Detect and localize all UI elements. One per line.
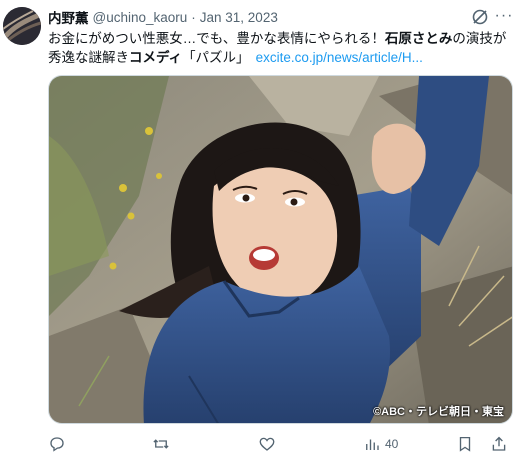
tweet-header: 内野薫 @uchino_kaoru · Jan 31, 2023 — [48, 7, 278, 27]
avatar-image — [3, 7, 41, 45]
tweet-text: お金にがめつい性悪女…でも、豊かな表情にやられる！石原さとみの演技が 秀逸な謎解… — [48, 29, 510, 67]
text-bold-segment: コメディ — [129, 50, 183, 65]
display-name[interactable]: 内野薫 — [48, 7, 89, 27]
views-icon — [366, 439, 379, 450]
heart-icon — [259, 437, 275, 451]
bookmark-icon — [459, 436, 471, 452]
text-segment: の演技が — [452, 31, 507, 46]
views-count: 40 — [385, 437, 399, 451]
tweet-media-image[interactable]: ©ABC・テレビ朝日・東宝 — [48, 75, 513, 424]
action-bar: 40 — [44, 433, 514, 455]
bookmark-button[interactable] — [456, 433, 474, 455]
text-bold-segment: 石原さとみ — [384, 31, 453, 46]
views-button[interactable]: 40 — [363, 433, 398, 455]
like-button[interactable] — [258, 433, 276, 455]
separator-dot: · — [191, 9, 196, 25]
more-options-icon[interactable]: ··· — [494, 6, 514, 26]
user-handle[interactable]: @uchino_kaoru — [93, 10, 188, 25]
photo-illustration — [49, 76, 512, 423]
tweet-date[interactable]: Jan 31, 2023 — [200, 10, 278, 25]
reply-icon — [50, 437, 64, 452]
article-link[interactable]: excite.co.jp/news/article/H... — [256, 50, 423, 65]
tweet-card[interactable]: 内野薫 @uchino_kaoru · Jan 31, 2023 ··· お金に… — [0, 0, 518, 457]
grok-icon[interactable] — [470, 7, 490, 27]
share-button[interactable] — [490, 433, 508, 455]
retweet-icon — [153, 439, 169, 449]
image-credit: ©ABC・テレビ朝日・東宝 — [373, 406, 504, 418]
text-segment: 秀逸な謎解き — [48, 50, 129, 65]
text-segment: お金にがめつい性悪女…でも、豊かな表情にやられる！ — [48, 31, 385, 46]
avatar[interactable] — [3, 7, 41, 45]
retweet-button[interactable] — [152, 433, 170, 455]
reply-button[interactable] — [48, 433, 66, 455]
share-icon — [492, 436, 506, 451]
text-segment: 「パズル」 — [182, 50, 250, 65]
